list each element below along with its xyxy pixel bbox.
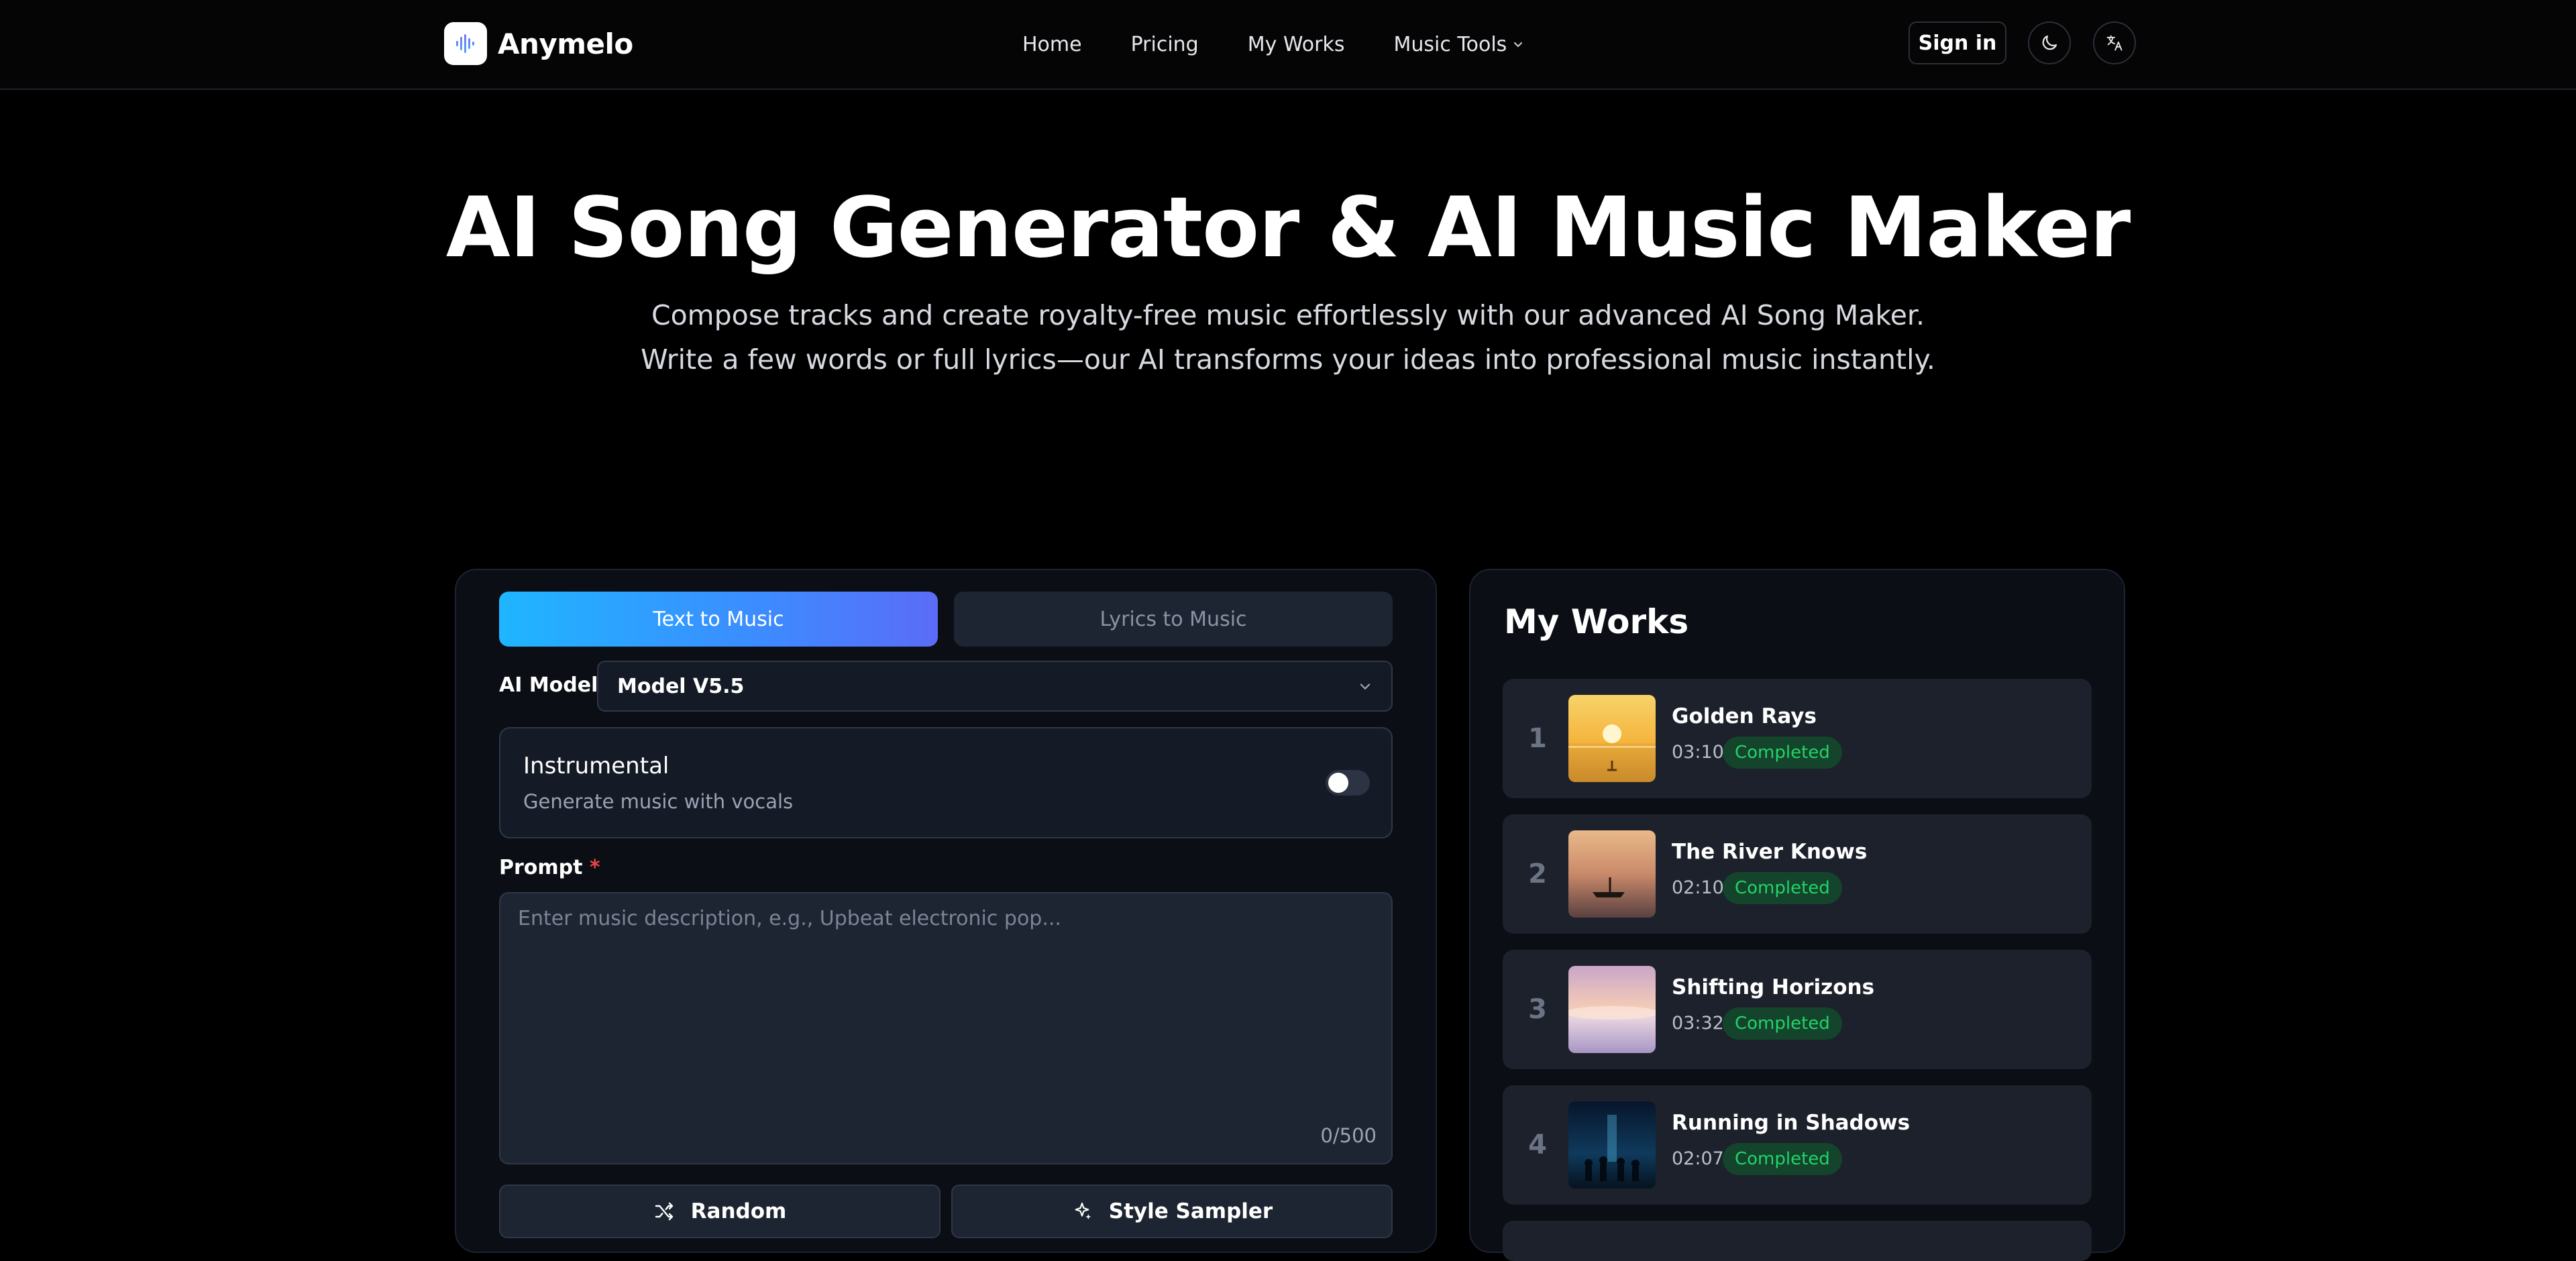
work-title: Shifting Horizons bbox=[1672, 975, 1875, 999]
prompt-label-text: Prompt bbox=[499, 856, 583, 879]
top-navbar: Anymelo Home Pricing My Works Music Tool… bbox=[0, 0, 2576, 90]
moon-icon bbox=[2042, 35, 2057, 50]
nav-link-my-works[interactable]: My Works bbox=[1248, 33, 1345, 56]
work-index: 2 bbox=[1528, 859, 1547, 889]
translate-icon bbox=[2106, 35, 2123, 51]
work-title: Running in Shadows bbox=[1672, 1111, 1911, 1135]
work-card[interactable]: 2 The River Knows 02:10 Completed bbox=[1503, 814, 2092, 934]
tab-lyrics-to-music[interactable]: Lyrics to Music bbox=[954, 592, 1393, 647]
instrumental-title: Instrumental bbox=[523, 753, 669, 779]
ai-model-label: AI Model bbox=[499, 673, 598, 697]
work-index: 1 bbox=[1528, 723, 1547, 754]
hero-title: AI Song Generator & AI Music Maker bbox=[445, 180, 2131, 276]
nav-link-pricing[interactable]: Pricing bbox=[1131, 33, 1199, 56]
work-card-partial[interactable] bbox=[1503, 1221, 2092, 1261]
work-duration: 03:32 bbox=[1672, 1013, 1724, 1034]
nav-link-label: Music Tools bbox=[1393, 32, 1507, 56]
prompt-label: Prompt * bbox=[499, 856, 600, 879]
instrumental-toggle[interactable] bbox=[1326, 770, 1370, 796]
logo-icon bbox=[444, 22, 487, 65]
work-thumbnail bbox=[1568, 1101, 1656, 1189]
chevron-down-icon bbox=[1360, 683, 1371, 690]
ai-model-select[interactable]: Model V5.5 bbox=[597, 661, 1393, 712]
instrumental-option: Instrumental Generate music with vocals bbox=[499, 727, 1393, 838]
work-duration: 03:10 bbox=[1672, 742, 1724, 763]
random-label: Random bbox=[690, 1199, 787, 1223]
style-sampler-label: Style Sampler bbox=[1108, 1199, 1273, 1223]
work-thumbnail bbox=[1568, 695, 1656, 782]
work-card[interactable]: 1 Golden Rays 03:10 Completed bbox=[1503, 679, 2092, 798]
prompt-box: 0/500 bbox=[499, 892, 1393, 1164]
toggle-knob bbox=[1328, 773, 1348, 793]
work-thumbnail bbox=[1568, 966, 1656, 1053]
random-button[interactable]: Random bbox=[499, 1185, 941, 1238]
language-button[interactable] bbox=[2093, 21, 2136, 64]
instrumental-description: Generate music with vocals bbox=[523, 790, 794, 813]
work-duration: 02:07 bbox=[1672, 1148, 1724, 1169]
sign-in-button[interactable]: Sign in bbox=[1909, 21, 2006, 64]
style-sampler-button[interactable]: Style Sampler bbox=[951, 1185, 1393, 1238]
nav-dropdown-music-tools[interactable]: Music Tools bbox=[1394, 33, 1525, 56]
brand-logo-link[interactable]: Anymelo bbox=[444, 21, 633, 66]
work-card[interactable]: 4 Running in Shadows 02:07 Completed bbox=[1503, 1085, 2092, 1205]
status-badge: Completed bbox=[1723, 872, 1842, 904]
nav-link-home[interactable]: Home bbox=[1022, 33, 1082, 56]
hero-subtitle-line2: Write a few words or full lyrics—our AI … bbox=[641, 343, 1935, 376]
work-index: 3 bbox=[1528, 994, 1547, 1025]
chevron-down-icon bbox=[1514, 42, 1523, 48]
main-nav-links: Home Pricing My Works Music Tools bbox=[1022, 27, 1524, 62]
sparkles-icon bbox=[1075, 1202, 1091, 1219]
shuffle-icon bbox=[655, 1202, 673, 1221]
required-asterisk: * bbox=[589, 856, 600, 879]
work-thumbnail bbox=[1568, 830, 1656, 918]
status-badge: Completed bbox=[1723, 1007, 1842, 1040]
work-duration: 02:10 bbox=[1672, 877, 1724, 898]
prompt-textarea[interactable] bbox=[500, 893, 1391, 1163]
work-index: 4 bbox=[1528, 1130, 1547, 1160]
nav-link-label: My Works bbox=[1247, 32, 1345, 56]
work-title: The River Knows bbox=[1672, 840, 1868, 864]
character-count: 0/500 bbox=[1320, 1124, 1377, 1147]
work-card[interactable]: 3 Shifting Horizons 03:32 Completed bbox=[1503, 950, 2092, 1069]
status-badge: Completed bbox=[1723, 736, 1842, 769]
status-badge: Completed bbox=[1723, 1143, 1842, 1175]
work-title: Golden Rays bbox=[1672, 704, 1817, 728]
nav-link-label: Pricing bbox=[1130, 32, 1199, 56]
tab-text-to-music[interactable]: Text to Music bbox=[499, 592, 938, 647]
hero-subtitle-line1: Compose tracks and create royalty-free m… bbox=[651, 299, 1925, 331]
nav-link-label: Home bbox=[1022, 32, 1082, 56]
ai-model-value: Model V5.5 bbox=[617, 674, 745, 698]
theme-toggle-button[interactable] bbox=[2028, 21, 2071, 64]
mode-tabs: Text to Music Lyrics to Music bbox=[499, 592, 1393, 647]
brand-name: Anymelo bbox=[498, 27, 633, 60]
my-works-title: My Works bbox=[1504, 602, 1689, 641]
